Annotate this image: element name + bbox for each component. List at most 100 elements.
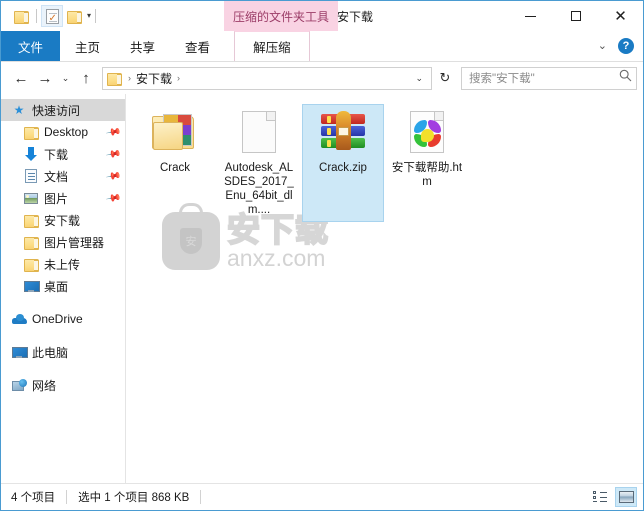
tab-file[interactable]: 文件 <box>1 31 61 61</box>
ribbon-right-controls: ⌄ ? <box>598 31 643 61</box>
sidebar-item-label: 安下载 <box>44 213 81 228</box>
contextual-tab-header: 压缩的文件夹工具 <box>224 1 339 31</box>
file-explorer-window: ✓ ▾ 压缩的文件夹工具 安下载 ✕ 文件 主页 共享 查看 解压缩 ⌄ ? ←… <box>0 0 644 511</box>
address-bar[interactable]: › 安下载 › ⌄ <box>102 66 432 90</box>
back-button[interactable]: ← <box>9 66 33 90</box>
cloud-icon <box>11 311 27 327</box>
view-toggle-group <box>589 487 637 507</box>
sidebar-item-label: 桌面 <box>44 279 69 294</box>
tab-share[interactable]: 共享 <box>115 31 170 61</box>
search-icon <box>619 69 632 87</box>
download-icon <box>23 146 39 162</box>
minimize-button[interactable] <box>508 1 553 31</box>
window-controls: ✕ <box>508 1 643 31</box>
help-icon[interactable]: ? <box>618 38 634 54</box>
file-name-label: 安下载帮助.htm <box>391 162 463 188</box>
folder-glyph-2 <box>66 10 82 24</box>
sidebar-gap-2 <box>1 330 125 341</box>
file-list-pane[interactable]: 安 安下载 anxz.com Crack Autodesk_ALSDES_201… <box>126 94 643 483</box>
close-icon: ✕ <box>614 7 627 25</box>
details-view-button[interactable] <box>589 487 611 507</box>
file-name-label: Crack.zip <box>319 162 367 174</box>
breadcrumb[interactable]: 安下载 <box>134 70 174 87</box>
sidebar-item-label: 未上传 <box>44 257 81 272</box>
file-item-crack-zip[interactable]: Crack.zip <box>302 104 384 222</box>
recent-locations-icon[interactable]: ⌄ <box>57 66 74 90</box>
qat-separator-1 <box>36 9 37 23</box>
folder-with-contents-icon <box>151 108 199 156</box>
up-button[interactable]: ↑ <box>74 66 98 90</box>
navigation-pane: ★ 快速访问 Desktop 📌 下载 📌 文档 📌 图片 📌 安下载 图片管理… <box>1 94 126 483</box>
sidebar-item-desktop-cn[interactable]: 桌面 <box>1 275 125 297</box>
network-icon <box>11 377 27 393</box>
document-check-icon[interactable]: ✓ <box>41 5 63 27</box>
explorer-body: ★ 快速访问 Desktop 📌 下载 📌 文档 📌 图片 📌 安下载 图片管理… <box>1 94 643 483</box>
folder-icon <box>23 212 39 228</box>
sidebar-item-downloads[interactable]: 下载 📌 <box>1 143 125 165</box>
window-title: 安下载 <box>337 9 374 24</box>
forward-button[interactable]: → <box>33 66 57 90</box>
chevron-down-icon[interactable]: ⌄ <box>598 40 607 52</box>
new-folder-icon[interactable] <box>63 5 85 27</box>
maximize-button[interactable] <box>553 1 598 31</box>
sidebar-item-label: 图片 <box>44 191 69 206</box>
document-check-glyph: ✓ <box>45 8 59 24</box>
navigation-bar: ← → ⌄ ↑ › 安下载 › ⌄ ↻ 搜索"安下载" <box>1 62 643 94</box>
item-count-label: 4 个项目 <box>11 492 56 504</box>
sidebar-item-not-uploaded[interactable]: 未上传 <box>1 253 125 275</box>
sidebar-item-pictures[interactable]: 图片 📌 <box>1 187 125 209</box>
pin-icon[interactable]: 📌 <box>105 190 122 206</box>
sidebar-item-this-pc[interactable]: 此电脑 <box>1 341 125 363</box>
sidebar-item-label: 文档 <box>44 169 69 184</box>
title-bar: ✓ ▾ 压缩的文件夹工具 安下载 ✕ <box>1 1 643 31</box>
chevron-down-icon[interactable]: ▾ <box>87 12 91 20</box>
sidebar-gap-3 <box>1 363 125 374</box>
quick-access-toolbar: ✓ ▾ <box>1 5 100 27</box>
status-separator-2 <box>200 490 202 504</box>
status-separator <box>66 490 68 504</box>
star-icon: ★ <box>13 103 25 117</box>
file-item-autodesk-file[interactable]: Autodesk_ALSDES_2017_Enu_64bit_dlm.... <box>218 104 300 222</box>
sidebar-item-desktop-en[interactable]: Desktop 📌 <box>1 121 125 143</box>
breadcrumb-separator-1: › <box>128 73 131 83</box>
pin-icon[interactable]: 📌 <box>105 124 122 140</box>
search-input[interactable]: 搜索"安下载" <box>461 66 637 90</box>
document-icon <box>23 168 39 184</box>
search-placeholder: 搜索"安下载" <box>469 73 535 85</box>
pin-icon[interactable]: 📌 <box>105 168 122 184</box>
sidebar-item-documents[interactable]: 文档 📌 <box>1 165 125 187</box>
sidebar-item-label: Desktop <box>44 125 89 139</box>
watermark-en: anxz.com <box>227 244 326 271</box>
qat-separator-2 <box>95 9 97 23</box>
sidebar-item-label: 快速访问 <box>32 103 81 118</box>
breadcrumb-separator-2[interactable]: › <box>174 73 183 83</box>
large-icons-view-button[interactable] <box>615 487 637 507</box>
file-item-crack-folder[interactable]: Crack <box>134 104 216 222</box>
chevron-down-icon[interactable]: ⌄ <box>409 73 429 84</box>
sidebar-item-network[interactable]: 网络 <box>1 374 125 396</box>
minimize-icon <box>525 15 536 17</box>
tab-view[interactable]: 查看 <box>170 31 225 61</box>
folder-icon <box>23 256 39 272</box>
sidebar-gap-1 <box>1 297 125 308</box>
html-chrome-icon <box>403 108 451 156</box>
close-button[interactable]: ✕ <box>598 1 643 31</box>
folder-icon <box>23 234 39 250</box>
tab-home[interactable]: 主页 <box>60 31 115 61</box>
sidebar-item-quick-access[interactable]: ★ 快速访问 <box>1 99 125 121</box>
ribbon-tab-strip: 文件 主页 共享 查看 解压缩 ⌄ ? <box>1 31 643 62</box>
folder-glyph <box>13 10 29 24</box>
tab-extract[interactable]: 解压缩 <box>234 31 310 61</box>
refresh-button[interactable]: ↻ <box>434 67 456 90</box>
pin-icon[interactable]: 📌 <box>105 146 122 162</box>
folder-icon <box>107 72 122 86</box>
status-bar: 4 个项目 选中 1 个项目 868 KB <box>1 483 643 510</box>
sidebar-item-label: 网络 <box>32 378 57 393</box>
selection-info-label: 选中 1 个项目 868 KB <box>78 492 190 504</box>
sidebar-item-onedrive[interactable]: OneDrive <box>1 308 125 330</box>
folder-properties-icon[interactable] <box>10 5 32 27</box>
sidebar-item-picture-manager[interactable]: 图片管理器 <box>1 231 125 253</box>
sidebar-item-label: 图片管理器 <box>44 235 105 250</box>
file-item-help-htm[interactable]: 安下载帮助.htm <box>386 104 468 222</box>
sidebar-item-anxiazai[interactable]: 安下载 <box>1 209 125 231</box>
